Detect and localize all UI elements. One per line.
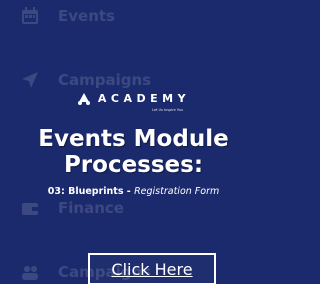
bg-nav-item-campaigns: Campaigns — [20, 70, 151, 90]
send-icon — [20, 70, 40, 90]
logo-text: ACADEMY — [97, 92, 191, 105]
page-title: Events Module Processes: — [0, 126, 267, 178]
title-line-2: Processes: — [63, 152, 204, 178]
bg-nav-item-events: Events — [20, 6, 115, 26]
title-line-1: Events Module — [38, 126, 229, 152]
bg-nav-item-label: Events — [58, 7, 115, 25]
subtitle-suffix: Registration Form — [134, 186, 220, 197]
subtitle-prefix: 03: Blueprints - — [47, 186, 135, 197]
banner: Events Campaigns Finance Campaigns ACADE… — [0, 0, 267, 284]
bg-nav-item-label: Finance — [58, 199, 124, 217]
bg-nav-item-label: Campaigns — [58, 71, 152, 89]
wallet-icon — [20, 198, 40, 218]
academy-logo: ACADEMY — [0, 92, 267, 105]
logo-mark-icon — [77, 92, 91, 105]
calendar-icon — [20, 6, 40, 26]
people-icon — [20, 262, 40, 282]
logo-tagline: Let Us Inspire You — [152, 108, 183, 112]
bg-nav-item-finance: Finance — [20, 198, 124, 218]
subtitle: 03: Blueprints - Registration Form — [0, 186, 267, 197]
click-here-button[interactable]: Click Here — [88, 253, 216, 284]
